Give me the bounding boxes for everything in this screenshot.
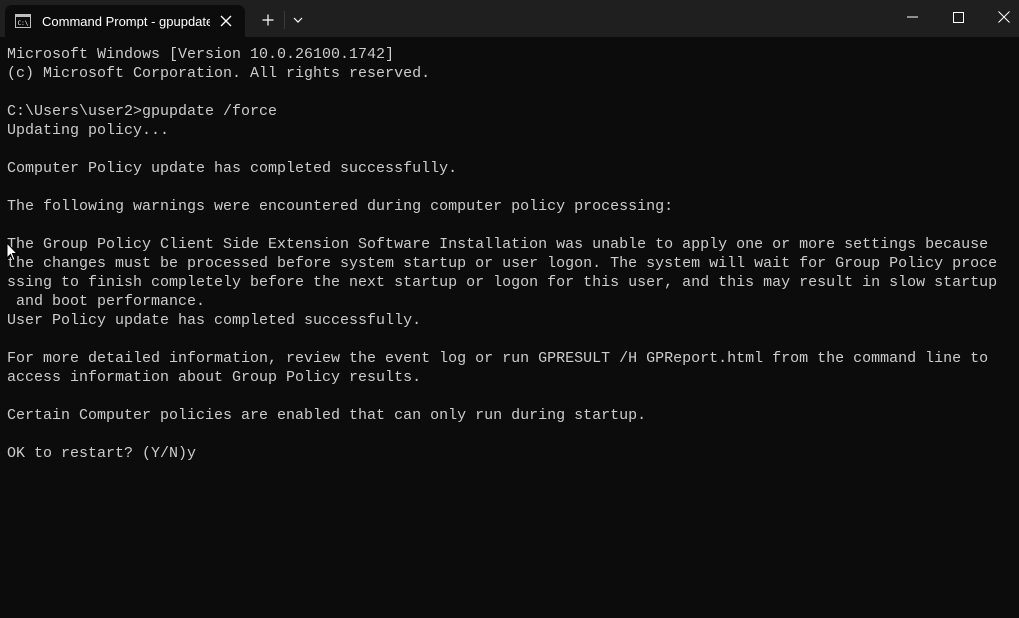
svg-text:C:\: C:\ <box>18 20 29 27</box>
terminal-line: Computer Policy update has completed suc… <box>7 160 458 177</box>
close-icon[interactable] <box>981 0 1019 34</box>
terminal-line: OK to restart? (Y/N)y <box>7 445 197 462</box>
terminal-line: (c) Microsoft Corporation. All rights re… <box>7 65 431 82</box>
maximize-icon[interactable] <box>935 0 981 34</box>
tab-command-prompt[interactable]: C:\ Command Prompt - gpupdate <box>5 5 245 37</box>
terminal-window: C:\ Command Prompt - gpupdate Microsoft … <box>0 0 1019 618</box>
title-bar[interactable]: C:\ Command Prompt - gpupdate <box>0 0 1019 37</box>
tab-title: Command Prompt - gpupdate <box>42 14 210 29</box>
terminal-line: Microsoft Windows [Version 10.0.26100.17… <box>7 46 395 63</box>
cmd-icon: C:\ <box>15 14 31 28</box>
mouse-pointer-icon <box>6 241 19 262</box>
terminal-line: The Group Policy Client Side Extension S… <box>7 236 989 253</box>
terminal-line: Certain Computer policies are enabled th… <box>7 407 647 424</box>
terminal-line: access information about Group Policy re… <box>7 369 422 386</box>
terminal-line: The following warnings were encountered … <box>7 198 674 215</box>
terminal-line: and boot performance. <box>7 293 206 310</box>
terminal-line: ssing to finish completely before the ne… <box>7 274 998 291</box>
terminal-line: the changes must be processed before sys… <box>7 255 998 272</box>
tab-separator <box>284 11 285 29</box>
terminal-line: User Policy update has completed success… <box>7 312 422 329</box>
terminal-line: C:\Users\user2>gpupdate /force <box>7 103 278 120</box>
terminal-output[interactable]: Microsoft Windows [Version 10.0.26100.17… <box>7 45 1012 610</box>
terminal-line: For more detailed information, review th… <box>7 350 989 367</box>
terminal-line: Updating policy... <box>7 122 170 139</box>
plus-icon[interactable] <box>254 8 282 32</box>
minimize-icon[interactable] <box>889 0 935 34</box>
chevron-down-icon[interactable] <box>286 8 310 32</box>
close-icon[interactable] <box>214 11 238 31</box>
